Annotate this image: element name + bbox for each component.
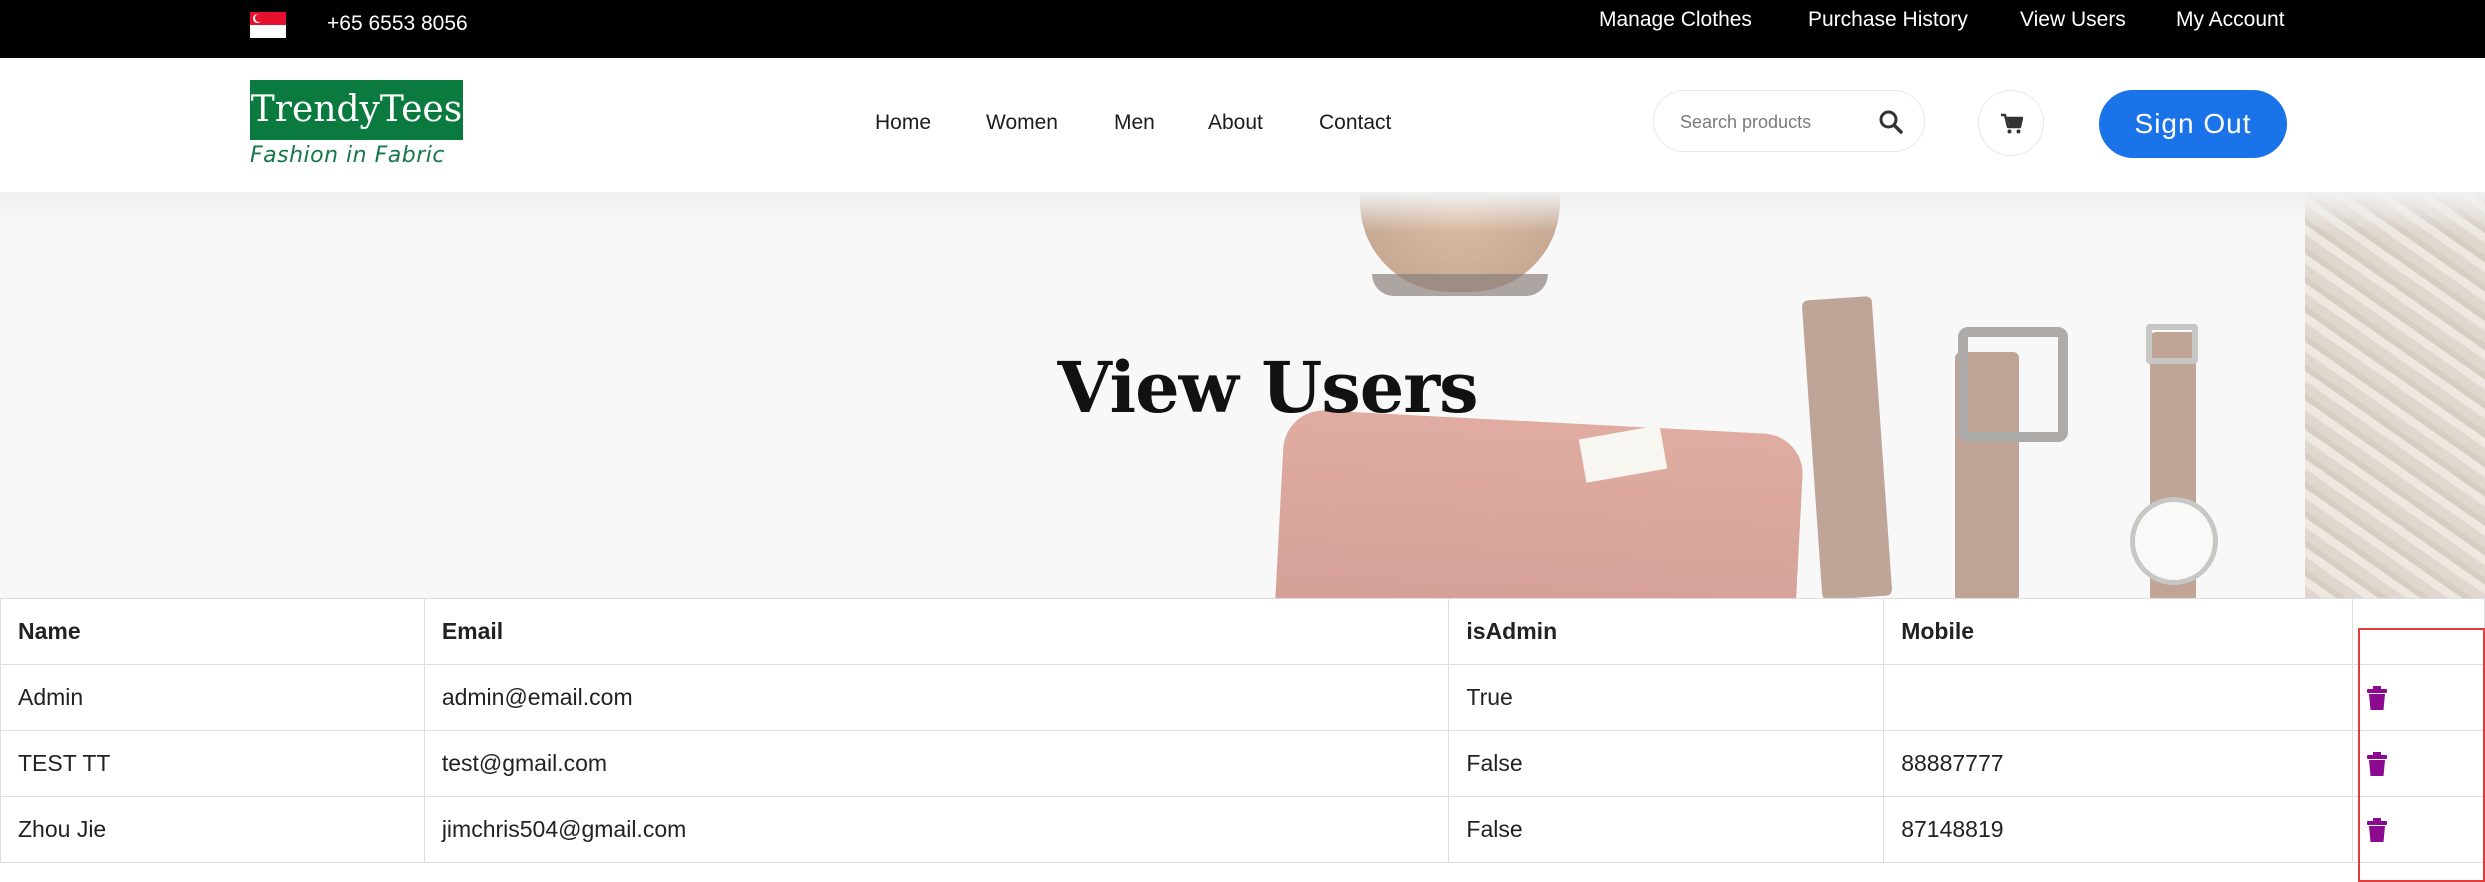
table-row: Admin admin@email.com True <box>0 664 2485 731</box>
phone-number: +65 6553 8056 <box>327 12 468 35</box>
topnav-my-account[interactable]: My Account <box>2176 7 2285 33</box>
cell-mobile: 87148819 <box>1883 796 2354 863</box>
cell-actions <box>2352 664 2485 731</box>
cell-is-admin: False <box>1448 730 1885 797</box>
logo-wordmark: TrendyTees <box>250 80 463 140</box>
trash-icon[interactable] <box>2367 818 2388 848</box>
topnav-manage-clothes[interactable]: Manage Clothes <box>1599 7 1752 33</box>
cart-button[interactable] <box>1978 90 2044 156</box>
column-header-mobile: Mobile <box>1883 598 2354 665</box>
hero-banner: View Users <box>0 192 2485 598</box>
column-header-actions <box>2352 598 2485 665</box>
nav-women[interactable]: Women <box>986 110 1058 136</box>
page-title: View Users <box>1057 346 1478 429</box>
users-table-container: Name Email isAdmin Mobile Admin admin@em… <box>0 598 2485 863</box>
logo-tagline: Fashion in Fabric <box>250 143 445 168</box>
cell-actions <box>2352 730 2485 797</box>
top-bar: +65 6553 8056 Manage Clothes Purchase Hi… <box>0 0 2485 58</box>
cell-email: jimchris504@gmail.com <box>423 796 1450 863</box>
cell-is-admin: True <box>1448 664 1885 731</box>
trash-icon[interactable] <box>2367 686 2388 716</box>
sign-out-button[interactable]: Sign Out <box>2099 90 2287 158</box>
table-row: TEST TT test@gmail.com False 88887777 <box>0 730 2485 797</box>
topnav-view-users[interactable]: View Users <box>2020 7 2126 33</box>
cell-email: admin@email.com <box>423 664 1450 731</box>
cell-mobile: 88887777 <box>1883 730 2354 797</box>
users-table: Name Email isAdmin Mobile Admin admin@em… <box>0 598 2485 863</box>
search-input[interactable] <box>1680 107 1870 137</box>
cell-name: Admin <box>0 664 425 731</box>
cell-email: test@gmail.com <box>423 730 1450 797</box>
cell-name: Zhou Jie <box>0 796 425 863</box>
cell-actions <box>2352 796 2485 863</box>
cell-name: TEST TT <box>0 730 425 797</box>
table-header-row: Name Email isAdmin Mobile <box>0 598 2485 665</box>
column-header-is-admin: isAdmin <box>1448 598 1885 665</box>
main-header: TrendyTees Fashion in Fabric Home Women … <box>0 58 2485 192</box>
cell-mobile <box>1883 664 2354 731</box>
search-box <box>1653 90 1925 152</box>
nav-contact[interactable]: Contact <box>1319 110 1391 136</box>
nav-men[interactable]: Men <box>1114 110 1155 136</box>
cart-icon <box>2001 113 2024 134</box>
column-header-name: Name <box>0 598 425 665</box>
singapore-flag-icon <box>250 12 286 38</box>
table-row: Zhou Jie jimchris504@gmail.com False 871… <box>0 796 2485 863</box>
column-header-email: Email <box>423 598 1450 665</box>
nav-about[interactable]: About <box>1208 110 1263 136</box>
search-icon[interactable] <box>1878 109 1904 135</box>
topnav-purchase-history[interactable]: Purchase History <box>1808 7 1968 33</box>
nav-home[interactable]: Home <box>875 110 931 136</box>
site-logo[interactable]: TrendyTees Fashion in Fabric <box>250 80 463 169</box>
trash-icon[interactable] <box>2367 752 2388 782</box>
cell-is-admin: False <box>1448 796 1885 863</box>
